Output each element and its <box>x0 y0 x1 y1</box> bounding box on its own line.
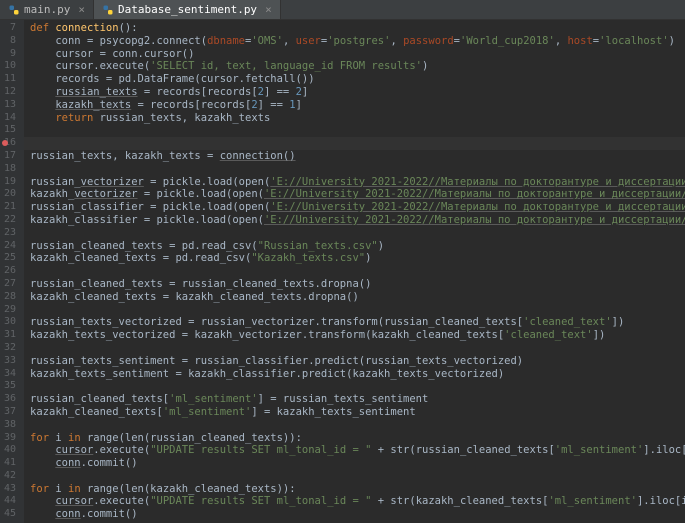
code-line: cursor.execute("UPDATE results SET ml_to… <box>30 495 685 508</box>
code-line: kazakh_cleaned_texts = kazakh_cleaned_te… <box>30 291 685 304</box>
code-line: russian_classifier = pickle.load(open('E… <box>30 201 685 214</box>
code-line: conn.commit() <box>30 508 685 521</box>
line-number: 31 <box>4 329 16 342</box>
tab-main-py[interactable]: main.py × <box>0 0 94 19</box>
code-line <box>30 227 685 240</box>
code-line <box>30 470 685 483</box>
code-line: russian_vectorizer = pickle.load(open('E… <box>30 176 685 189</box>
code-line: kazakh_classifier = pickle.load(open('E:… <box>30 214 685 227</box>
line-gutter: 7891011121314151617181920212223242526272… <box>0 20 24 523</box>
code-line: for i in range(len(kazakh_cleaned_texts)… <box>30 483 685 496</box>
code-line: conn.commit() <box>30 457 685 470</box>
editor-tabs: main.py × Database_sentiment.py × <box>0 0 685 20</box>
line-number: 11 <box>4 73 16 86</box>
code-line: cursor = conn.cursor() <box>30 48 685 61</box>
tab-label: main.py <box>24 3 70 16</box>
line-number: 30 <box>4 316 16 329</box>
code-area[interactable]: def connection(): conn = psycopg2.connec… <box>24 20 685 523</box>
line-number: 29 <box>4 304 16 317</box>
code-line <box>30 163 685 176</box>
line-number: 32 <box>4 342 16 355</box>
code-line: cursor.execute('SELECT id, text, languag… <box>30 60 685 73</box>
close-icon[interactable]: × <box>78 3 85 16</box>
line-number: 7 <box>4 22 16 35</box>
line-number: 13 <box>4 99 16 112</box>
code-line: for i in range(len(russian_cleaned_texts… <box>30 432 685 445</box>
close-icon[interactable]: × <box>265 3 272 16</box>
code-editor[interactable]: 7891011121314151617181920212223242526272… <box>0 20 685 523</box>
code-line <box>30 137 685 150</box>
code-line <box>30 265 685 278</box>
code-line: russian_cleaned_texts = russian_cleaned_… <box>30 278 685 291</box>
code-line <box>30 124 685 137</box>
line-number: 35 <box>4 380 16 393</box>
code-line: kazakh_texts_vectorized = kazakh_vectori… <box>30 329 685 342</box>
python-file-icon <box>8 4 20 16</box>
line-number: 41 <box>4 457 16 470</box>
line-number: 21 <box>4 201 16 214</box>
line-number: 12 <box>4 86 16 99</box>
line-number: 25 <box>4 252 16 265</box>
line-number: 43 <box>4 483 16 496</box>
code-line: records = pd.DataFrame(cursor.fetchall()… <box>30 73 685 86</box>
code-line <box>30 304 685 317</box>
code-line <box>30 342 685 355</box>
tab-database-sentiment-py[interactable]: Database_sentiment.py × <box>94 0 281 19</box>
code-line: kazakh_texts = records[records[2] == 1] <box>30 99 685 112</box>
line-number: 19 <box>4 176 16 189</box>
code-line: russian_cleaned_texts['ml_sentiment'] = … <box>30 393 685 406</box>
code-line: conn = psycopg2.connect(dbname='OMS', us… <box>30 35 685 48</box>
code-line: kazakh_vectorizer = pickle.load(open('E:… <box>30 188 685 201</box>
code-line: return russian_texts, kazakh_texts <box>30 112 685 125</box>
code-line: kazakh_texts_sentiment = kazakh_classifi… <box>30 368 685 381</box>
python-file-icon <box>102 4 114 16</box>
line-number: 14 <box>4 112 16 125</box>
code-line: kazakh_cleaned_texts = pd.read_csv("Kaza… <box>30 252 685 265</box>
line-number: 22 <box>4 214 16 227</box>
code-line: russian_texts_sentiment = russian_classi… <box>30 355 685 368</box>
code-line <box>30 419 685 432</box>
line-number: 24 <box>4 240 16 253</box>
line-number: 18 <box>4 163 16 176</box>
line-number: 20 <box>4 188 16 201</box>
line-number: 26 <box>4 265 16 278</box>
line-number: 9 <box>4 48 16 61</box>
code-line: cursor.execute("UPDATE results SET ml_to… <box>30 444 685 457</box>
line-number: 38 <box>4 419 16 432</box>
line-number: 28 <box>4 291 16 304</box>
line-number: 27 <box>4 278 16 291</box>
line-number: 37 <box>4 406 16 419</box>
line-number: 42 <box>4 470 16 483</box>
line-number: 40 <box>4 444 16 457</box>
code-line: kazakh_cleaned_texts['ml_sentiment'] = k… <box>30 406 685 419</box>
line-number: 44 <box>4 495 16 508</box>
line-number: 17 <box>4 150 16 163</box>
line-number: 39 <box>4 432 16 445</box>
line-number: 8 <box>4 35 16 48</box>
tab-label: Database_sentiment.py <box>118 3 257 16</box>
line-number: 34 <box>4 368 16 381</box>
line-number: 45 <box>4 508 16 521</box>
code-line: russian_texts_vectorized = russian_vecto… <box>30 316 685 329</box>
line-number: 15 <box>4 124 16 137</box>
code-line <box>30 380 685 393</box>
code-line: russian_texts, kazakh_texts = connection… <box>30 150 685 163</box>
code-line: russian_cleaned_texts = pd.read_csv("Rus… <box>30 240 685 253</box>
code-line: russian_texts = records[records[2] == 2] <box>30 86 685 99</box>
line-number: 33 <box>4 355 16 368</box>
line-number: 10 <box>4 60 16 73</box>
line-number: 36 <box>4 393 16 406</box>
line-number: 23 <box>4 227 16 240</box>
code-line: def connection(): <box>30 22 685 35</box>
